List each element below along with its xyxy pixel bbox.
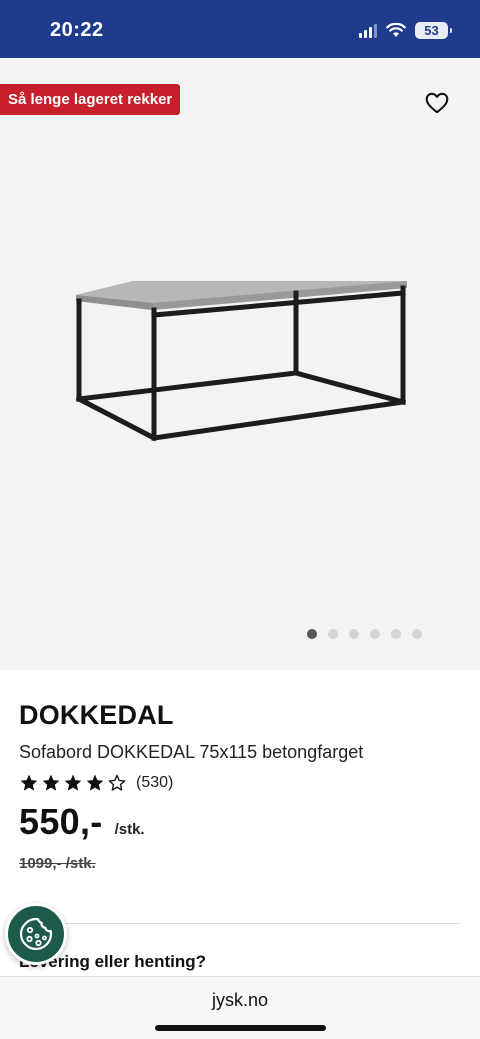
- price-unit: /stk.: [114, 821, 145, 838]
- product-brand: DOKKEDAL: [19, 700, 174, 730]
- carousel-dot[interactable]: [412, 629, 422, 639]
- home-indicator[interactable]: [155, 1025, 326, 1031]
- product-image[interactable]: [70, 273, 412, 443]
- wishlist-heart-icon[interactable]: [424, 90, 450, 116]
- status-icons: 53: [359, 22, 452, 39]
- status-time: 20:22: [50, 19, 104, 41]
- product-gallery[interactable]: Så lenge lageret rekker: [0, 58, 480, 670]
- divider: [19, 923, 461, 924]
- status-bar: 20:22 53: [0, 0, 480, 58]
- star-filled-icon: [20, 774, 38, 791]
- cookie-settings-button[interactable]: [5, 903, 67, 965]
- review-count: (530): [136, 774, 174, 791]
- cellular-signal-icon: [359, 23, 377, 38]
- old-price: 1099,- /stk.: [19, 855, 96, 872]
- carousel-dot[interactable]: [391, 629, 401, 639]
- carousel-dot[interactable]: [349, 629, 359, 639]
- star-filled-icon: [42, 774, 60, 791]
- battery-icon: 53: [415, 22, 452, 39]
- rating-stars: [19, 773, 127, 793]
- address-bar-url[interactable]: jysk.no: [0, 990, 480, 1011]
- product-title: Sofabord DOKKEDAL 75x115 betongfarget: [19, 742, 364, 762]
- star-filled-icon: [86, 774, 104, 791]
- carousel-dots: [307, 629, 422, 639]
- cookie-icon: [19, 917, 53, 951]
- star-filled-icon: [64, 774, 82, 791]
- price-row: 550,- /stk.: [19, 801, 461, 843]
- promo-badge: Så lenge lageret rekker: [0, 84, 181, 115]
- wifi-icon: [386, 23, 406, 37]
- carousel-dot[interactable]: [307, 629, 317, 639]
- browser-bottom-bar: jysk.no: [0, 976, 480, 1039]
- product-rating[interactable]: (530): [19, 773, 461, 793]
- carousel-dot[interactable]: [328, 629, 338, 639]
- product-info: DOKKEDAL Sofabord DOKKEDAL 75x115 betong…: [19, 700, 461, 872]
- star-empty-icon: [108, 774, 126, 791]
- current-price: 550,-: [19, 801, 103, 842]
- carousel-dot[interactable]: [370, 629, 380, 639]
